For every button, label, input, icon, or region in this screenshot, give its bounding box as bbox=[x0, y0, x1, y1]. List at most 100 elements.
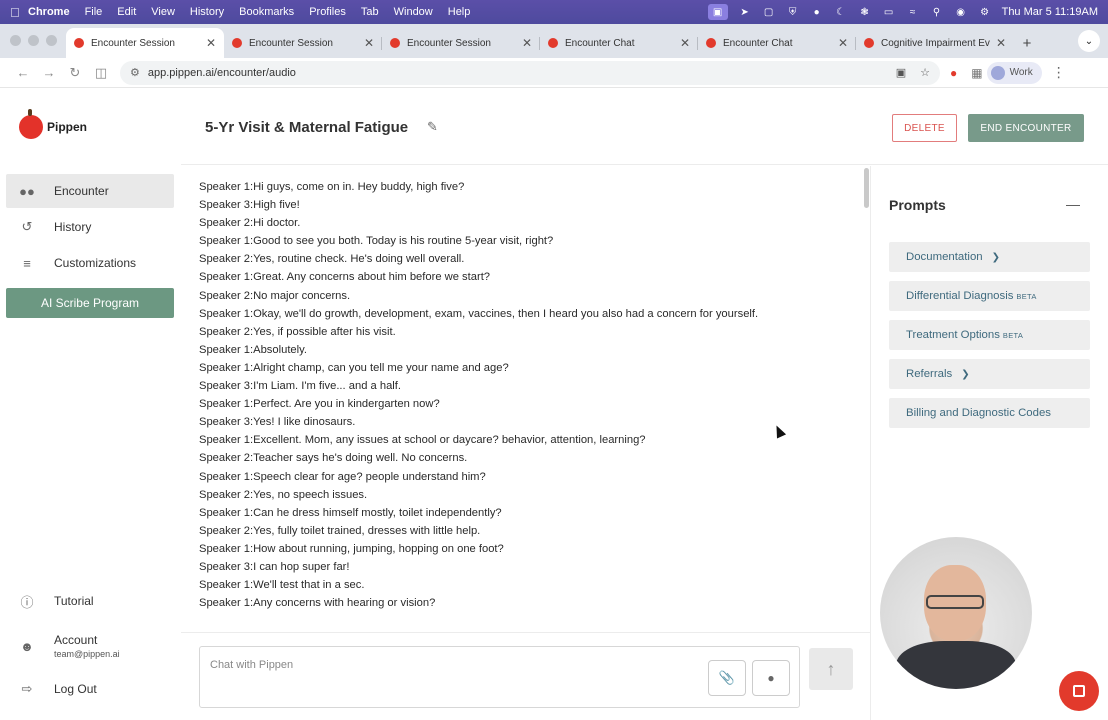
prompt-billing-codes[interactable]: Billing and Diagnostic Codes bbox=[889, 398, 1090, 428]
tab-search-chevron-icon[interactable]: ⌄ bbox=[1078, 30, 1100, 52]
address-bar[interactable]: ⚙ app.pippen.ai/encounter/audio ▣ ☆ bbox=[120, 60, 940, 85]
control-center-icon[interactable]: ⚙ bbox=[978, 6, 992, 18]
sidebar-item-history[interactable]: ↺ History bbox=[6, 210, 174, 244]
close-tab-icon[interactable]: ✕ bbox=[838, 36, 848, 50]
browser-tab-4[interactable]: Encounter Chat ✕ bbox=[540, 28, 698, 58]
side-panel-icon[interactable]: ◫ bbox=[88, 60, 114, 86]
paperclip-icon[interactable]: 📎 bbox=[708, 660, 746, 696]
forward-arrow-icon[interactable]: → bbox=[36, 60, 62, 86]
fan-icon[interactable]: ❃ bbox=[858, 6, 872, 18]
siri-icon[interactable]: ◉ bbox=[954, 6, 968, 18]
stop-recording-button[interactable] bbox=[1059, 671, 1099, 711]
prompt-differential-diagnosis[interactable]: Differential Diagnosis BETA bbox=[889, 281, 1090, 311]
close-tab-icon[interactable]: ✕ bbox=[522, 36, 532, 50]
transcript-line: Speaker 1:Alright champ, can you tell me… bbox=[199, 361, 509, 374]
browser-tab-3[interactable]: Encounter Session ✕ bbox=[382, 28, 540, 58]
menu-profiles[interactable]: Profiles bbox=[309, 6, 346, 18]
browser-tab-6[interactable]: Cognitive Impairment Ev ✕ bbox=[856, 28, 1014, 58]
send-arrow-button[interactable]: ↑ bbox=[809, 648, 853, 690]
wifi-icon[interactable]: ≈ bbox=[906, 6, 920, 18]
vpn-icon[interactable]: ⛨ bbox=[786, 6, 800, 18]
transcript-panel[interactable]: Speaker 1:Hi guys, come on in. Hey buddy… bbox=[181, 166, 871, 632]
menu-edit[interactable]: Edit bbox=[117, 6, 136, 18]
bookmark-star-icon[interactable]: ☆ bbox=[920, 66, 930, 79]
sidebar-item-customizations[interactable]: ≡ Customizations bbox=[6, 246, 174, 280]
browser-tab-strip: Encounter Session ✕ Encounter Session ✕ … bbox=[0, 24, 1108, 58]
profile-label: Work bbox=[1009, 67, 1033, 78]
webcam-bubble[interactable] bbox=[880, 537, 1032, 689]
menu-file[interactable]: File bbox=[85, 6, 103, 18]
close-window-button[interactable] bbox=[10, 35, 21, 46]
more-menu-icon[interactable]: ⋮ bbox=[1052, 64, 1066, 81]
close-tab-icon[interactable]: ✕ bbox=[996, 36, 1006, 50]
browser-tab-1[interactable]: Encounter Session ✕ bbox=[66, 28, 224, 58]
transcript-scrollbar[interactable] bbox=[864, 168, 869, 208]
zoom-window-button[interactable] bbox=[46, 35, 57, 46]
beta-badge: BETA bbox=[1002, 330, 1024, 340]
transcript-line: Speaker 2:Yes, fully toilet trained, dre… bbox=[199, 524, 481, 537]
battery-icon[interactable]: ▭ bbox=[882, 6, 896, 18]
transcript-line: Speaker 1:Good to see you both. Today is… bbox=[199, 235, 554, 248]
menu-help[interactable]: Help bbox=[448, 6, 471, 18]
chat-input[interactable]: Chat with Pippen bbox=[210, 659, 293, 671]
close-tab-icon[interactable]: ✕ bbox=[206, 36, 216, 50]
screen-record-icon[interactable]: ▣ bbox=[707, 4, 728, 20]
microphone-icon[interactable]: ● bbox=[752, 660, 790, 696]
prompt-documentation[interactable]: Documentation ❯ bbox=[889, 242, 1090, 272]
extensions-puzzle-icon[interactable]: ▦ bbox=[971, 66, 982, 80]
pippen-favicon bbox=[548, 38, 558, 48]
browser-tab-2[interactable]: Encounter Session ✕ bbox=[224, 28, 382, 58]
pencil-edit-icon[interactable]: ✎ bbox=[427, 119, 438, 135]
menu-bookmarks[interactable]: Bookmarks bbox=[239, 6, 294, 18]
transcript-line: Speaker 3:Yes! I like dinosaurs. bbox=[199, 416, 356, 429]
transcript-line: Speaker 1:Okay, we'll do growth, develop… bbox=[199, 307, 759, 320]
spotlight-icon[interactable]: ⚲ bbox=[930, 6, 944, 18]
tab-title: Encounter Chat bbox=[565, 37, 635, 49]
minimize-window-button[interactable] bbox=[28, 35, 39, 46]
menu-window[interactable]: Window bbox=[394, 6, 433, 18]
sidebar-item-account[interactable]: ☻ Account team@pippen.ai bbox=[6, 626, 174, 666]
prompt-referrals[interactable]: Referrals ❯ bbox=[889, 359, 1090, 389]
menubar-clock[interactable]: Thu Mar 5 11:19AM bbox=[1002, 6, 1098, 18]
menu-history[interactable]: History bbox=[190, 6, 224, 18]
sidebar-item-tutorial[interactable]: ⓘ Tutorial bbox=[6, 584, 174, 618]
close-tab-icon[interactable]: ✕ bbox=[364, 36, 374, 50]
end-encounter-button[interactable]: END ENCOUNTER bbox=[968, 114, 1084, 142]
prompt-label: Referrals bbox=[906, 368, 953, 380]
apple-icon[interactable]:  bbox=[10, 5, 28, 20]
cast-icon[interactable]: ➤ bbox=[738, 6, 752, 18]
new-tab-button[interactable]: + bbox=[1014, 28, 1040, 58]
prompt-treatment-options[interactable]: Treatment Options BETA bbox=[889, 320, 1090, 350]
profile-chip[interactable]: Work bbox=[986, 61, 1042, 84]
ai-scribe-program-button[interactable]: AI Scribe Program bbox=[6, 288, 174, 318]
help-circle-icon: ⓘ bbox=[20, 594, 34, 610]
transcript-line: Speaker 3:I'm Liam. I'm five... and a ha… bbox=[199, 380, 402, 393]
menu-tab[interactable]: Tab bbox=[361, 6, 379, 18]
pippen-favicon bbox=[706, 38, 716, 48]
collapse-minus-icon[interactable]: — bbox=[1066, 196, 1080, 212]
back-arrow-icon[interactable]: ← bbox=[10, 60, 36, 86]
transcript-line: Speaker 1:Absolutely. bbox=[199, 343, 308, 356]
close-tab-icon[interactable]: ✕ bbox=[680, 36, 690, 50]
cast-page-icon[interactable]: ▣ bbox=[896, 66, 906, 79]
sidebar-item-label: Log Out bbox=[54, 682, 97, 696]
pippen-logo[interactable]: Pippen bbox=[19, 109, 87, 139]
user-icon[interactable]: ● bbox=[810, 6, 824, 18]
account-label: Account bbox=[54, 633, 98, 647]
menu-view[interactable]: View bbox=[151, 6, 175, 18]
sidebar-item-logout[interactable]: ⇨ Log Out bbox=[6, 672, 174, 706]
transcript-line: Speaker 1:Any concerns with hearing or v… bbox=[199, 597, 436, 610]
moon-icon[interactable]: ☾ bbox=[834, 6, 848, 18]
reload-icon[interactable]: ↻ bbox=[62, 60, 88, 86]
browser-tab-5[interactable]: Encounter Chat ✕ bbox=[698, 28, 856, 58]
menu-app-name[interactable]: Chrome bbox=[28, 6, 70, 18]
sidebar-item-encounter[interactable]: ●● Encounter bbox=[6, 174, 174, 208]
encounter-title: 5-Yr Visit & Maternal Fatigue bbox=[205, 119, 409, 136]
prompt-label: Differential Diagnosis bbox=[906, 290, 1014, 302]
extension-pippen-icon[interactable]: ● bbox=[950, 66, 957, 80]
delete-button[interactable]: DELETE bbox=[892, 114, 957, 142]
transcript-line: Speaker 1:Excellent. Mom, any issues at … bbox=[199, 434, 646, 447]
site-info-icon[interactable]: ⚙ bbox=[130, 66, 140, 79]
screenshot-icon[interactable]: ▢ bbox=[762, 6, 776, 18]
chat-input-box[interactable]: Chat with Pippen 📎 ● bbox=[199, 646, 800, 708]
